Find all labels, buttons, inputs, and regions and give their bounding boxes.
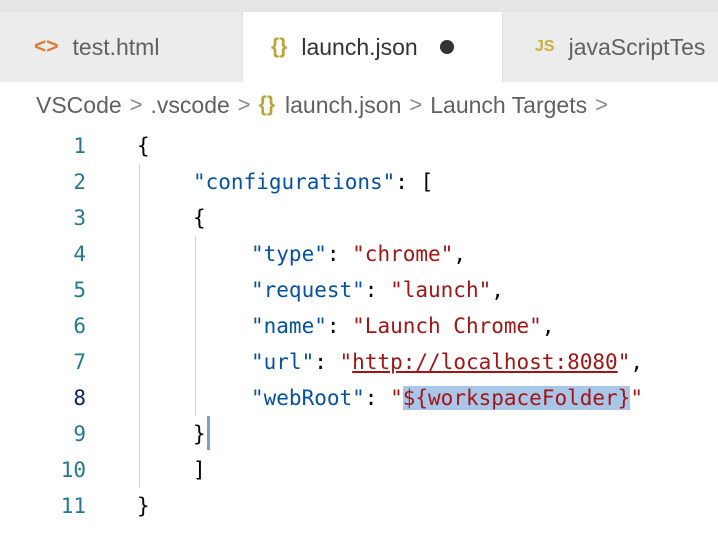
json-punctuation: : xyxy=(364,386,391,410)
bracket-close: ] xyxy=(193,458,206,482)
brace-close: } xyxy=(137,494,150,518)
code-line-6[interactable]: 6 "name": "Launch Chrome", xyxy=(0,308,718,344)
json-string: "chrome" xyxy=(352,242,454,266)
json-string: " xyxy=(339,350,353,374)
tab-bar-top-strip xyxy=(0,0,718,12)
line-number: 9 xyxy=(73,422,86,446)
editor-tab-bar: <> test.html {} launch.json JS javaScrip… xyxy=(0,0,718,82)
breadcrumb-item-launch-json[interactable]: {} launch.json xyxy=(259,92,402,119)
json-key: "type" xyxy=(251,242,327,266)
code-line-1[interactable]: 1 { xyxy=(0,128,718,164)
breadcrumb: VSCode > .vscode > {} launch.json > Laun… xyxy=(0,82,718,128)
json-punctuation: , xyxy=(453,242,466,266)
json-punctuation: , xyxy=(630,350,643,374)
json-string: " xyxy=(630,386,643,410)
json-key: "url" xyxy=(251,350,315,374)
url-link[interactable]: http://localhost:8080 xyxy=(352,350,618,374)
json-key: "webRoot" xyxy=(251,386,365,410)
text-cursor xyxy=(207,416,210,450)
brace-open: { xyxy=(137,134,150,158)
unsaved-dot-icon[interactable] xyxy=(439,40,454,54)
line-number: 7 xyxy=(73,350,86,374)
breadcrumb-item-launch-targets[interactable]: Launch Targets xyxy=(430,92,587,119)
breadcrumb-item-dotvscode[interactable]: .vscode xyxy=(151,92,230,119)
js-file-icon: JS xyxy=(535,38,555,55)
json-punctuation: : xyxy=(314,350,340,374)
tab-label: test.html xyxy=(72,33,160,60)
code-line-4[interactable]: 4 "type": "chrome", xyxy=(0,236,718,272)
line-number: 1 xyxy=(73,134,86,158)
json-file-icon: {} xyxy=(258,93,276,116)
json-punctuation: : xyxy=(364,278,391,302)
selected-text[interactable]: ${workspaceFolder} xyxy=(402,386,631,410)
code-line-7[interactable]: 7 "url": "http://localhost:8080", xyxy=(0,344,718,380)
json-punctuation: , xyxy=(491,278,504,302)
json-punctuation: : xyxy=(326,242,353,266)
tab-launch-json[interactable]: {} launch.json xyxy=(243,12,503,82)
line-number: 5 xyxy=(73,278,86,302)
json-key: "request" xyxy=(251,278,365,302)
line-number: 11 xyxy=(60,494,86,518)
line-number: 6 xyxy=(73,314,86,338)
line-number: 8 xyxy=(73,386,86,410)
line-number: 4 xyxy=(73,242,86,266)
json-file-icon: {} xyxy=(271,35,288,58)
code-line-10[interactable]: 10 ] xyxy=(0,452,718,488)
json-key: "configurations" xyxy=(193,170,396,194)
chevron-right-icon: > xyxy=(409,92,423,117)
json-string: "launch" xyxy=(390,278,492,302)
code-line-5[interactable]: 5 "request": "launch", xyxy=(0,272,718,308)
json-key: "name" xyxy=(251,314,327,338)
brace-close: } xyxy=(193,422,206,446)
json-string: " xyxy=(390,386,403,410)
brace-open: { xyxy=(193,206,206,230)
code-line-9[interactable]: 9 } xyxy=(0,416,718,452)
tab-label: launch.json xyxy=(301,33,418,60)
line-number: 2 xyxy=(73,170,86,194)
json-string: " xyxy=(617,350,631,374)
json-punctuation: : [ xyxy=(395,170,434,194)
breadcrumb-label: launch.json xyxy=(285,91,402,118)
chevron-right-icon: > xyxy=(595,92,608,117)
chevron-right-icon: > xyxy=(129,92,143,117)
json-punctuation: , xyxy=(541,314,555,338)
html-file-icon: <> xyxy=(34,35,59,58)
breadcrumb-item-vscode[interactable]: VSCode xyxy=(36,92,122,119)
code-line-8[interactable]: 8 "webRoot": "${workspaceFolder}" xyxy=(0,380,718,416)
code-line-2[interactable]: 2 "configurations": [ xyxy=(0,164,718,200)
line-number: 3 xyxy=(73,206,86,230)
json-string: "Launch Chrome" xyxy=(352,314,542,338)
tab-label: javaScriptTes xyxy=(568,33,706,60)
code-line-11[interactable]: 11 } xyxy=(0,488,718,524)
tab-javascript-test[interactable]: JS javaScriptTes xyxy=(503,12,718,82)
json-punctuation: : xyxy=(326,314,353,338)
tab-test-html[interactable]: <> test.html xyxy=(0,12,243,82)
code-line-3[interactable]: 3 { xyxy=(0,200,718,236)
line-number: 10 xyxy=(60,458,86,482)
chevron-right-icon: > xyxy=(237,92,251,117)
code-editor[interactable]: 1 { 2 "configurations": [ 3 { 4 "type": … xyxy=(0,128,718,548)
